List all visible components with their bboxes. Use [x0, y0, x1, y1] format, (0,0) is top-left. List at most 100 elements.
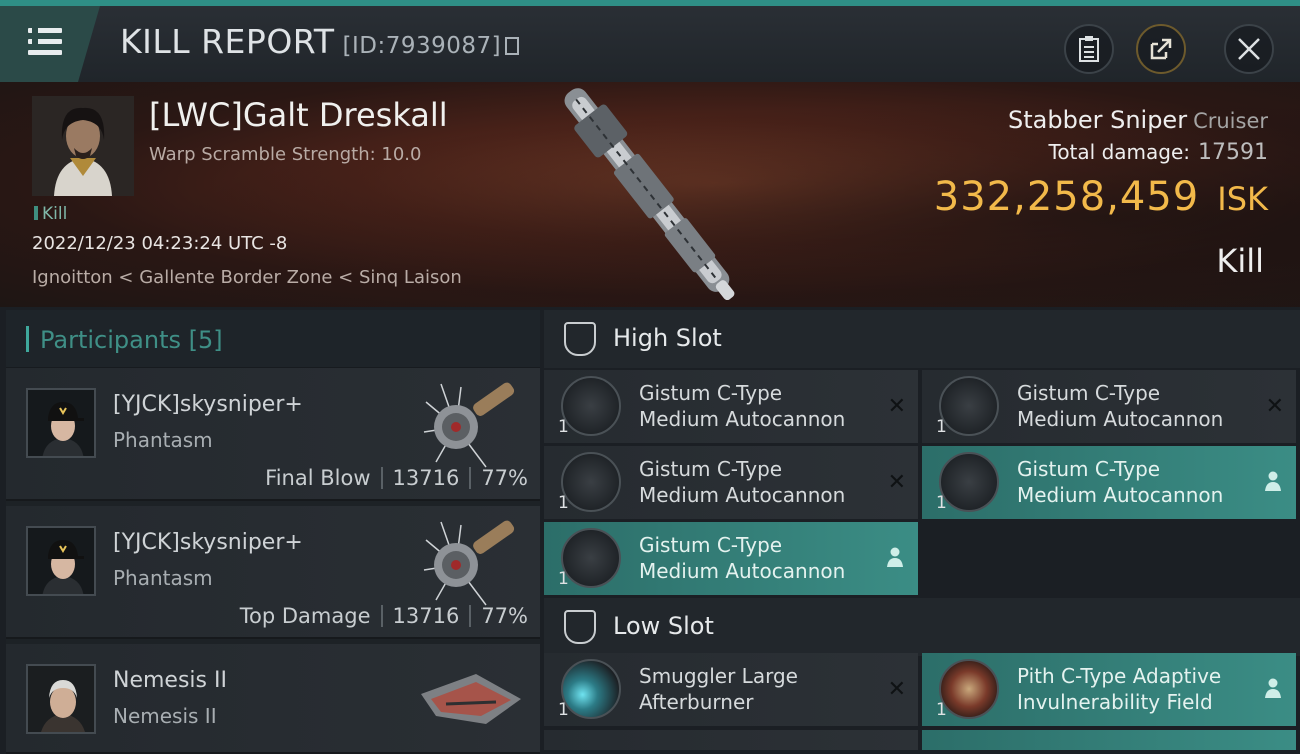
module-qty: 1: [558, 493, 569, 513]
module-item[interactable]: 1 Gistum C-Type Medium Autocannon ✕: [544, 370, 918, 443]
dropped-person-icon: [887, 547, 903, 567]
clipboard-button[interactable]: [1064, 24, 1114, 74]
participant-name: Nemesis II: [113, 668, 227, 693]
share-icon: [1150, 38, 1172, 60]
module-qty: 1: [936, 700, 947, 720]
participant-name: [YJCK]skysniper+: [113, 530, 303, 555]
participant-portrait[interactable]: [26, 664, 96, 734]
module-name: Gistum C-Type Medium Autocannon: [639, 380, 879, 432]
module-item[interactable]: [544, 730, 918, 750]
shield-icon: [939, 659, 999, 719]
victim-ship-name: Stabber Sniper: [1008, 106, 1188, 134]
module-name: Gistum C-Type Medium Autocannon: [639, 532, 879, 584]
participants-panel: Participants [5] [YJCK]skysniper+ Phanta…: [6, 310, 540, 754]
destroyed-icon: ✕: [887, 394, 906, 419]
participant-percent: 77%: [481, 604, 528, 628]
autocannon-icon: [561, 376, 621, 436]
participant-ship: Phantasm: [113, 428, 213, 452]
victim-ship: Stabber Sniper Cruiser: [1008, 106, 1268, 134]
module-item[interactable]: 1 Gistum C-Type Medium Autocannon ✕: [922, 370, 1296, 443]
module-name: Gistum C-Type Medium Autocannon: [639, 456, 879, 508]
menu-button[interactable]: [0, 6, 100, 82]
fitting-panel: High Slot 1 Gistum C-Type Medium Autocann…: [544, 310, 1300, 750]
participant-portrait[interactable]: [26, 388, 96, 458]
module-name-line2: Invulnerability Field: [1017, 690, 1213, 714]
participants-count: [5]: [188, 326, 223, 354]
kill-date: 2022/12/23 04:23:24 UTC -8: [32, 233, 288, 254]
low-slot-header: Low Slot: [544, 598, 1300, 656]
participant-ship-image: [423, 382, 515, 468]
module-name: Gistum C-Type Medium Autocannon: [1017, 456, 1257, 508]
result-label: Kill: [1216, 242, 1264, 280]
module-name-line2: Afterburner: [639, 690, 754, 714]
victim-ship-class: Cruiser: [1193, 109, 1268, 133]
copy-icon[interactable]: [505, 37, 520, 55]
participant-row[interactable]: [YJCK]skysniper+ Phantasm Top Damage 1371…: [6, 506, 540, 639]
participant-ship-image: [423, 520, 515, 606]
destroyed-icon: ✕: [887, 470, 906, 495]
module-name-line2: Medium Autocannon: [1017, 483, 1224, 507]
clipboard-icon: [1079, 36, 1099, 62]
participant-ship: Nemesis II: [113, 704, 217, 728]
module-item[interactable]: 1 Pith C-Type Adaptive Invulnerability Fi…: [922, 653, 1296, 726]
share-button[interactable]: [1136, 24, 1186, 74]
destroyed-icon: ✕: [1265, 394, 1284, 419]
module-item[interactable]: 1 Gistum C-Type Medium Autocannon ✕: [544, 446, 918, 519]
module-item[interactable]: 1 Gistum C-Type Medium Autocannon: [544, 522, 918, 595]
kill-tag: Kill: [34, 204, 67, 224]
victim-portrait[interactable]: [32, 96, 134, 196]
module-name: Pith C-Type Adaptive Invulnerability Fiel…: [1017, 663, 1257, 715]
isk-unit: ISK: [1217, 180, 1268, 218]
participant-ship-image: [421, 674, 521, 724]
autocannon-icon: [561, 528, 621, 588]
module-name-line1: Gistum C-Type: [639, 381, 783, 405]
header-bar: KILL REPORT [ID:7939087]: [0, 0, 1300, 82]
module-item[interactable]: [922, 730, 1296, 750]
module-item[interactable]: 1 Smuggler Large Afterburner ✕: [544, 653, 918, 726]
module-name-line1: Gistum C-Type: [639, 533, 783, 557]
participant-ship: Phantasm: [113, 566, 213, 590]
high-slot-label: High Slot: [613, 324, 722, 352]
close-icon: [1238, 38, 1260, 60]
participant-damage: 13716: [392, 604, 460, 628]
page-title: KILL REPORT [ID:7939087]: [120, 22, 520, 61]
victim-banner: [LWC]Galt Dreskall Warp Scramble Strengt…: [0, 82, 1300, 307]
module-name-line2: Medium Autocannon: [1017, 407, 1224, 431]
participant-stats: Top Damage 13716 77%: [240, 604, 528, 628]
module-qty: 1: [936, 417, 947, 437]
module-qty: 1: [558, 700, 569, 720]
total-damage-label: Total damage:: [1048, 140, 1191, 164]
module-name-line1: Smuggler Large: [639, 664, 798, 688]
module-name: Gistum C-Type Medium Autocannon: [1017, 380, 1257, 432]
participants-header: Participants [5]: [6, 310, 540, 368]
participant-portrait[interactable]: [26, 526, 96, 596]
participant-role: Top Damage: [239, 604, 371, 628]
participant-row[interactable]: [YJCK]skysniper+ Phantasm Final Blow 1371…: [6, 368, 540, 501]
close-button[interactable]: [1224, 24, 1274, 74]
module-name-line1: Pith C-Type Adaptive: [1017, 664, 1222, 688]
module-name-line1: Gistum C-Type: [639, 457, 783, 481]
participant-percent: 77%: [481, 466, 528, 490]
module-name-line2: Medium Autocannon: [639, 483, 846, 507]
participants-label: Participants: [40, 326, 181, 354]
kill-id: [ID:7939087]: [342, 33, 502, 59]
participant-name: [YJCK]skysniper+: [113, 392, 303, 417]
participant-damage: 13716: [392, 466, 460, 490]
module-name-line2: Medium Autocannon: [639, 407, 846, 431]
autocannon-icon: [939, 376, 999, 436]
module-name-line1: Gistum C-Type: [1017, 457, 1161, 481]
module-name: Smuggler Large Afterburner: [639, 663, 879, 715]
low-slot-label: Low Slot: [613, 612, 714, 640]
isk-amount: 332,258,459: [933, 174, 1200, 220]
participant-row[interactable]: Nemesis II Nemesis II: [6, 644, 540, 754]
title-text: KILL REPORT: [120, 22, 335, 61]
high-slot-icon: [564, 322, 596, 356]
kill-location: Ignoitton < Gallente Border Zone < Sinq …: [32, 267, 462, 288]
module-item[interactable]: 1 Gistum C-Type Medium Autocannon: [922, 446, 1296, 519]
high-slot-header: High Slot: [544, 310, 1300, 368]
afterburner-icon: [561, 659, 621, 719]
module-qty: 1: [936, 493, 947, 513]
low-slot-icon: [564, 610, 596, 644]
victim-ship-image: [564, 88, 735, 300]
isk-value: 332,258,459 ISK: [934, 174, 1268, 220]
